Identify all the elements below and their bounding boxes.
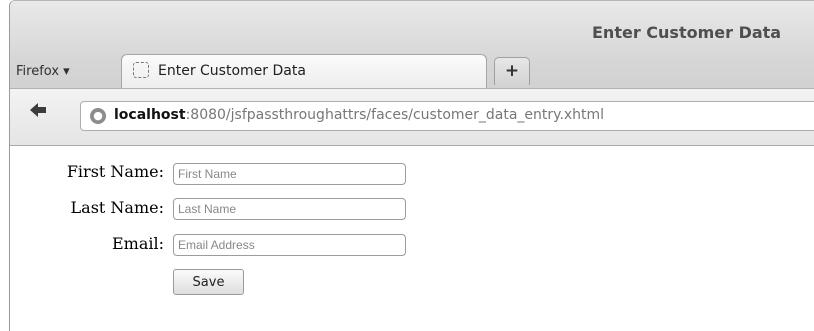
page-icon	[133, 62, 149, 78]
save-button[interactable]: Save	[173, 269, 244, 295]
url-bar[interactable]: ● localhost:8080/jsfpassthroughattrs/fac…	[80, 101, 814, 131]
last-name-input[interactable]	[173, 198, 406, 220]
navigation-bar: ● localhost:8080/jsfpassthroughattrs/fac…	[10, 88, 814, 146]
url-path: :8080/jsfpassthroughattrs/faces/customer…	[185, 107, 605, 123]
tab-enter-customer-data[interactable]: Enter Customer Data	[121, 54, 487, 88]
new-tab-button[interactable]: +	[494, 57, 530, 85]
title-bar: Enter Customer Data Firefox ▾ Enter Cust…	[10, 1, 814, 101]
back-arrow-icon[interactable]	[29, 102, 47, 118]
tab-label: Enter Customer Data	[158, 63, 306, 79]
firefox-menu-button[interactable]: Firefox ▾	[16, 64, 70, 79]
url-host: localhost	[114, 107, 186, 123]
first-name-input[interactable]	[173, 163, 406, 185]
first-name-label: First Name:	[66, 162, 164, 181]
plus-icon: +	[504, 61, 520, 81]
window-title: Enter Customer Data	[592, 23, 782, 42]
last-name-label: Last Name:	[70, 198, 164, 217]
globe-icon: ●	[90, 108, 106, 124]
email-label: Email:	[111, 234, 164, 253]
email-input[interactable]	[173, 234, 406, 256]
url-text: localhost:8080/jsfpassthroughattrs/faces…	[114, 107, 604, 123]
browser-window: Enter Customer Data Firefox ▾ Enter Cust…	[9, 0, 814, 331]
